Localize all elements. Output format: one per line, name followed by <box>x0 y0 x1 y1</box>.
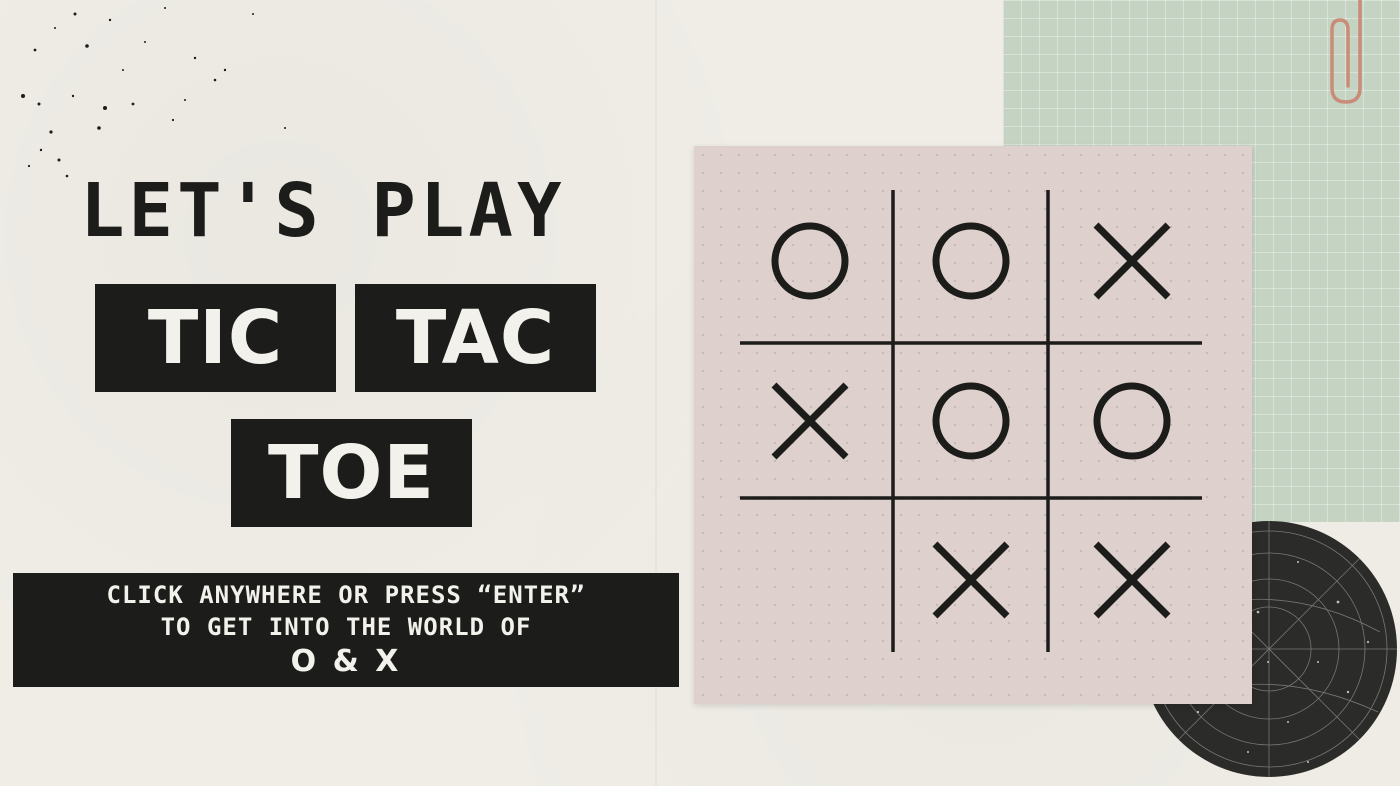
paperclip-icon <box>1330 0 1362 104</box>
board-cell-1[interactable] <box>740 191 880 331</box>
title-tic: TIC <box>95 284 336 392</box>
prompt-line-1: CLICK ANYWHERE OR PRESS “ENTER” <box>106 581 586 609</box>
start-prompt[interactable]: CLICK ANYWHERE OR PRESS “ENTER” TO GET I… <box>13 573 679 687</box>
lets-play-heading: LET'S PLAY <box>80 168 566 254</box>
prompt-line-2: TO GET INTO THE WORLD OF <box>160 613 532 641</box>
board-cell-8[interactable] <box>901 510 1041 650</box>
prompt-line-3: O & X <box>290 644 402 679</box>
tic-tac-toe-board[interactable] <box>694 146 1252 704</box>
board-cell-3[interactable] <box>1062 191 1202 331</box>
title-toe: TOE <box>231 419 472 527</box>
start-screen[interactable]: LET'S PLAY TIC TAC TOE CLICK ANYWHERE OR… <box>0 0 1400 786</box>
board-cell-9[interactable] <box>1062 510 1202 650</box>
board-cell-2[interactable] <box>901 191 1041 331</box>
board-cell-7[interactable] <box>740 510 880 650</box>
board-grid <box>740 190 1202 652</box>
board-cell-6[interactable] <box>1062 351 1202 491</box>
board-cell-4[interactable] <box>740 351 880 491</box>
board-cell-5[interactable] <box>901 351 1041 491</box>
ink-speckles <box>21 7 286 178</box>
title-tac: TAC <box>355 284 596 392</box>
